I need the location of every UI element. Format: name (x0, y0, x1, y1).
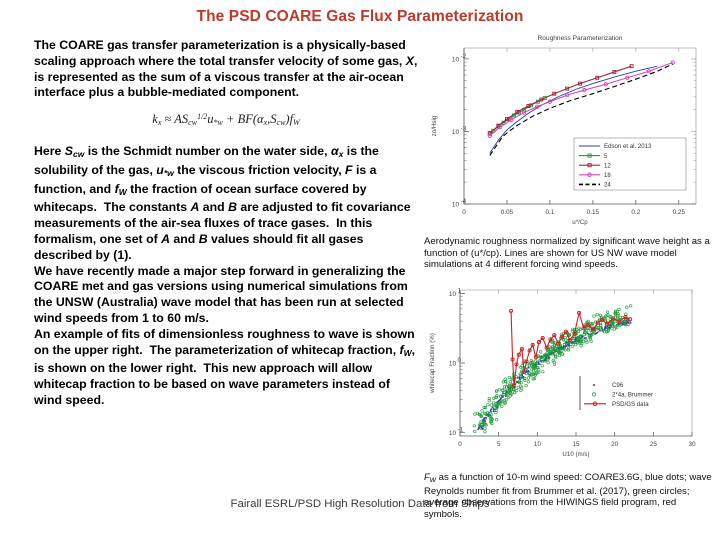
svg-text:Edson et al. 2013: Edson et al. 2013 (604, 143, 652, 150)
svg-text:0.1: 0.1 (545, 209, 554, 216)
svg-text:0: 0 (458, 357, 462, 364)
svg-text:12: 12 (604, 162, 611, 169)
body-text-column: The COARE gas transfer parameterization … (34, 38, 418, 409)
equation-gas-transfer: kx ≈ AScw1/2u*w + BF(αx,Scw)fW (152, 112, 300, 128)
svg-text:15: 15 (572, 441, 580, 448)
svg-text:10: 10 (449, 430, 457, 437)
svg-text:whitecap Fraction (%): whitecap Fraction (%) (429, 333, 436, 394)
svg-text:10: 10 (449, 291, 457, 298)
svg-text:C96: C96 (612, 382, 624, 389)
svg-text:U10 (m/s): U10 (m/s) (562, 451, 589, 458)
paragraph-intro: The COARE gas transfer parameterization … (34, 38, 418, 100)
caption-whitecap: Fw as a function of 10-m wind speed: COA… (424, 472, 716, 520)
svg-text:1: 1 (458, 287, 462, 294)
svg-text:0.2: 0.2 (631, 209, 640, 216)
svg-text:PSD/GS data: PSD/GS data (612, 401, 649, 408)
caption-fw-symbol: Fw (424, 472, 437, 484)
svg-text:zo/Hsig: zo/Hsig (431, 115, 438, 136)
paragraph-definitions: Here Scw is the Schmidt number on the wa… (34, 143, 411, 262)
svg-text:0.15: 0.15 (587, 209, 600, 216)
svg-text:-1: -1 (458, 427, 464, 434)
paragraph-unsw: We have recently made a major step forwa… (34, 263, 408, 325)
svg-text:0.25: 0.25 (673, 209, 686, 216)
whitecap-svg: 0 5 10 15 20 25 30U10 (m/s)10 -110 010 1whitecap … (429, 287, 696, 458)
svg-text:-2: -2 (461, 53, 467, 60)
svg-text:20: 20 (611, 441, 619, 448)
svg-text:24: 24 (604, 182, 611, 189)
svg-text:10: 10 (534, 441, 542, 448)
svg-text:0.05: 0.05 (501, 209, 514, 216)
svg-text:5: 5 (497, 441, 501, 448)
svg-text:0: 0 (462, 209, 466, 216)
svg-text:10: 10 (449, 360, 457, 367)
caption-roughness: Aerodynamic roughness normalized by sign… (424, 236, 710, 271)
chart-roughness-parameterization: Roughness Parameterization 0 0.05 0.1 0.15 0.… (424, 26, 716, 232)
roughness-svg: Roughness Parameterization 0 0.05 0.1 0.15 0.… (431, 35, 697, 226)
paragraph-figures: An example of fits of dimensionless roug… (34, 326, 416, 407)
svg-text:10: 10 (452, 129, 460, 136)
svg-text:-4: -4 (461, 198, 467, 205)
svg-text:0: 0 (458, 441, 462, 448)
svg-text:25: 25 (650, 441, 658, 448)
slide-canvas: The PSD COARE Gas Flux Parameterization … (0, 0, 720, 540)
svg-text:10: 10 (452, 201, 460, 208)
chart-whitecap-fraction: 0 5 10 15 20 25 30 U10 (m/s) 10 -1 10 0 10 1 whitecap … (424, 278, 716, 470)
svg-text:2*4a, Brummer: 2*4a, Brummer (612, 392, 653, 399)
page-title: The PSD COARE Gas Flux Parameterization (196, 8, 524, 25)
svg-text:30: 30 (688, 441, 696, 448)
svg-text:10: 10 (452, 56, 460, 63)
caption-whitecap-text: as a function of 10-m wind speed: COARE3… (424, 472, 712, 520)
svg-text:Roughness Parameterization: Roughness Parameterization (537, 35, 622, 42)
svg-text:u*/Cp: u*/Cp (572, 219, 588, 226)
svg-text:18: 18 (604, 172, 611, 179)
svg-text:-3: -3 (461, 125, 467, 132)
